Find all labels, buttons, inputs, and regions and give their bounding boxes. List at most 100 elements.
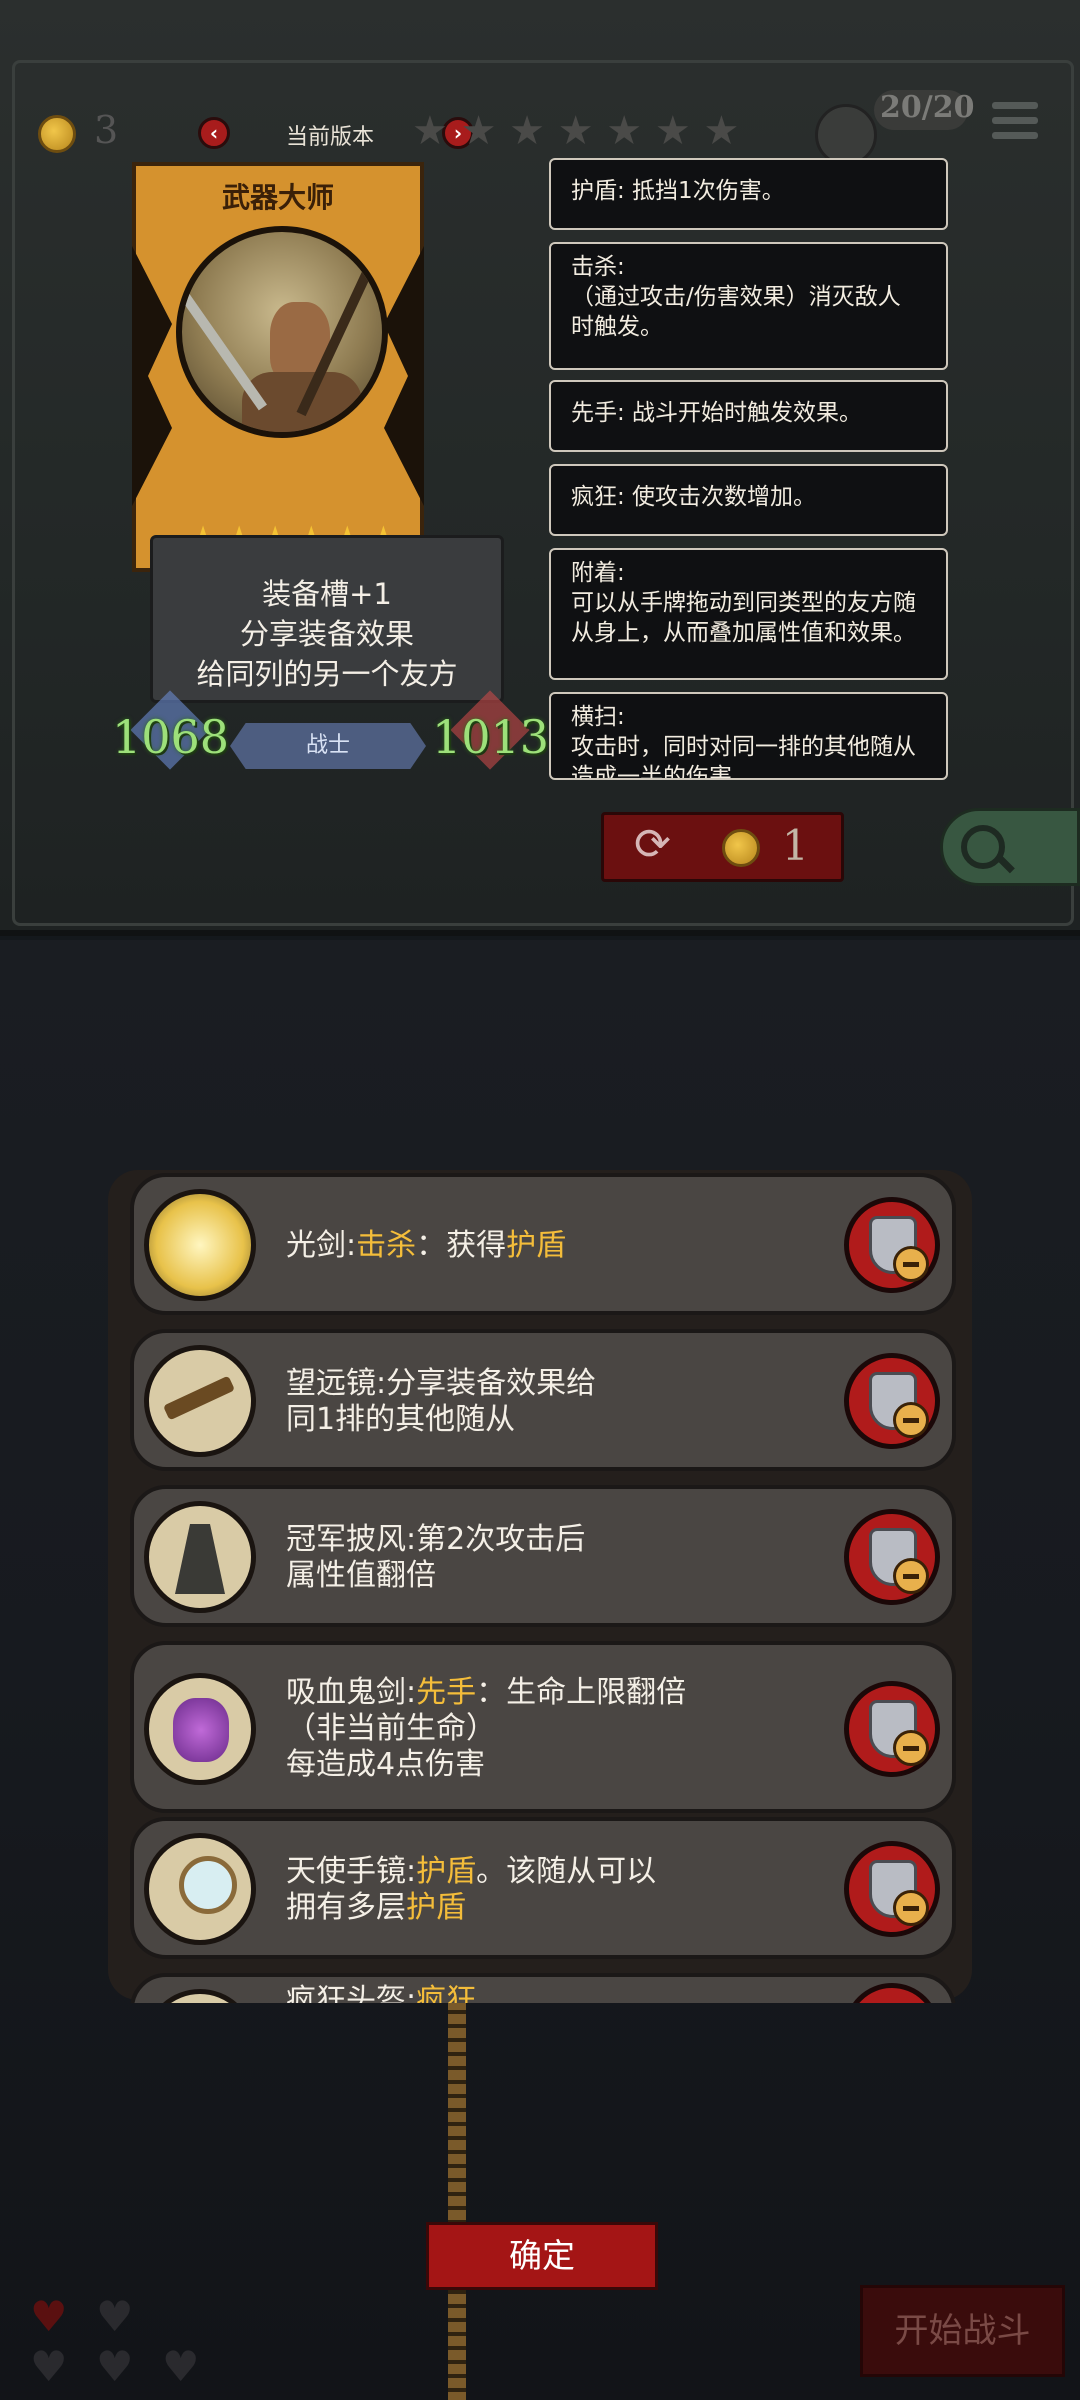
keyword-text: 护盾	[406, 1890, 466, 1925]
confirm-button[interactable]: 确定	[426, 2222, 658, 2290]
heart-icon: ♥	[30, 2292, 68, 2341]
tooltip-line: 可以从手牌拖动到同类型的友方随	[571, 590, 916, 616]
heart-empty-icon: ♥	[96, 2342, 134, 2391]
item-description-line: 光剑:击杀：获得护盾	[286, 1228, 566, 1264]
card-frame-spike	[384, 246, 424, 506]
tooltip-line: 护盾: 抵挡1次伤害。	[571, 178, 785, 204]
tooltip-first-strike: 先手: 战斗开始时触发效果。	[549, 380, 948, 452]
remove-item-button[interactable]	[844, 1681, 940, 1777]
item-description-line: （非当前生命）	[286, 1711, 686, 1747]
equipment-item[interactable]: 疯狂头盔:疯狂	[130, 1973, 956, 2003]
weapon-master-portrait-icon	[176, 226, 388, 438]
equipment-item[interactable]: 冠军披风:第2次攻击后 属性值翻倍	[130, 1485, 956, 1627]
equipment-item[interactable]: 吸血鬼剑:先手：生命上限翻倍 （非当前生命） 每造成4点伤害	[130, 1641, 956, 1813]
item-description-line: 拥有多层护盾	[286, 1890, 656, 1926]
version-stars: ★ ★ ★ ★ ★ ★ ★	[412, 108, 740, 154]
keyword-text: 护盾	[506, 1228, 567, 1263]
angel-mirror-icon	[144, 1833, 256, 1945]
list-clip: 疯狂头盔:疯狂	[130, 1973, 956, 2003]
item-description-line: 吸血鬼剑:先手：生命上限翻倍	[286, 1675, 686, 1711]
telescope-icon	[144, 1345, 256, 1457]
tooltip-attach: 附着: 可以从手牌拖动到同类型的友方随 从身上，从而叠加属性值和效果。	[549, 548, 948, 680]
heart-empty-icon: ♥	[30, 2342, 68, 2391]
tooltip-sweep: 横扫: 攻击时，同时对同一排的其他随从 造成一半的伤害	[549, 692, 948, 780]
card-ability-line: 给同列的另一个友方	[196, 657, 458, 691]
gold-coin-icon	[722, 829, 760, 867]
item-description-line: 天使手镜:护盾。该随从可以	[286, 1854, 656, 1890]
remove-item-button[interactable]	[844, 1841, 940, 1937]
description-text: 冠军披风:第2次攻击后	[286, 1522, 586, 1557]
keyword-text: 先手	[416, 1675, 477, 1710]
equipment-item[interactable]: 光剑:击杀：获得护盾	[130, 1173, 956, 1315]
item-description-line: 冠军披风:第2次攻击后	[286, 1522, 585, 1558]
tooltip-line: 从身上，从而叠加属性值和效果。	[571, 620, 916, 646]
keyword-text: 疯狂	[416, 1983, 477, 2003]
keyword-text: 护盾	[416, 1854, 477, 1889]
item-description: 望远镜:分享装备效果给 同1排的其他随从	[286, 1366, 596, 1438]
item-description-line: 疯狂头盔:疯狂	[286, 1983, 476, 2003]
tooltip-line: 击杀:	[571, 254, 625, 280]
reroll-button[interactable]: ⟳ 1	[601, 812, 844, 882]
prev-version-button[interactable]: ‹	[198, 117, 230, 149]
item-description-line: 同1排的其他随从	[286, 1402, 596, 1438]
description-text: （非当前生命）	[286, 1711, 496, 1746]
berserk-helmet-icon	[144, 1989, 256, 2003]
reroll-cost: 1	[782, 821, 809, 870]
item-description: 冠军披风:第2次攻击后 属性值翻倍	[286, 1522, 585, 1594]
description-text: 吸血鬼剑:	[286, 1675, 417, 1710]
card-ability-box: 装备槽+1 分享装备效果 给同列的另一个友方	[150, 535, 504, 703]
description-text: 拥有多层	[286, 1890, 406, 1925]
tooltip-kill: 击杀: （通过攻击/伤害效果）消灭敌人 时触发。	[549, 242, 948, 370]
tooltip-line: 先手: 战斗开始时触发效果。	[571, 400, 863, 426]
tooltip-shield: 护盾: 抵挡1次伤害。	[549, 158, 948, 230]
card-frame-spike	[132, 246, 172, 506]
description-text: 疯狂头盔:	[286, 1983, 417, 2003]
description-text: 望远镜:分享装备效果给	[286, 1366, 597, 1401]
tooltip-frenzy: 疯狂: 使攻击次数增加。	[549, 464, 948, 536]
attack-value: 1068	[112, 710, 230, 764]
minus-icon	[893, 1246, 929, 1282]
item-description-line: 属性值翻倍	[286, 1558, 585, 1594]
card-ability-line: 分享装备效果	[239, 617, 414, 651]
tooltip-line: 时触发。	[571, 314, 663, 340]
minus-icon	[893, 1730, 929, 1766]
tooltip-line: 横扫:	[571, 704, 625, 730]
item-description: 光剑:击杀：获得护盾	[286, 1228, 566, 1264]
description-text: 属性值翻倍	[286, 1558, 436, 1593]
item-description: 疯狂头盔:疯狂	[286, 1983, 476, 2003]
equipment-item[interactable]: 天使手镜:护盾。该随从可以 拥有多层护盾	[130, 1817, 956, 1959]
coin-count: 3	[94, 108, 119, 152]
description-text: ：获得	[416, 1228, 507, 1263]
remove-item-button[interactable]	[844, 1509, 940, 1605]
heart-empty-icon: ♥	[96, 2292, 134, 2341]
minion-card[interactable]: 武器大师	[132, 162, 424, 572]
start-battle-button[interactable]: 开始战斗	[860, 2285, 1065, 2377]
minus-icon	[893, 1890, 929, 1926]
player-avatar-icon[interactable]	[815, 104, 877, 166]
item-description: 吸血鬼剑:先手：生命上限翻倍 （非当前生命） 每造成4点伤害	[286, 1675, 686, 1783]
hanging-chain	[448, 2000, 466, 2400]
item-description-line: 每造成4点伤害	[286, 1747, 686, 1783]
description-text: ：生命上限翻倍	[476, 1675, 687, 1710]
search-button[interactable]	[940, 808, 1080, 886]
card-ability-line: 装备槽+1	[262, 577, 392, 611]
hamburger-menu-icon[interactable]	[992, 102, 1038, 139]
shop-board: 3 ‹ 当前版本 › ★ ★ ★ ★ ★ ★ ★ 20/20 武器大师 ★★★★…	[0, 0, 1080, 936]
description-text: 天使手镜:	[286, 1854, 417, 1889]
description-text: 同1排的其他随从	[286, 1402, 516, 1437]
remove-item-button[interactable]	[844, 1197, 940, 1293]
capacity-count: 20/20	[880, 90, 975, 125]
card-name: 武器大师	[221, 181, 334, 214]
description-text: 光剑:	[286, 1228, 357, 1263]
tooltip-line: 疯狂: 使攻击次数增加。	[571, 484, 817, 510]
light-sword-icon	[144, 1189, 256, 1301]
equipment-item[interactable]: 望远镜:分享装备效果给 同1排的其他随从	[130, 1329, 956, 1471]
version-label: 当前版本	[286, 125, 375, 150]
remove-item-button[interactable]	[844, 1983, 940, 2003]
health-value: 1013	[432, 710, 550, 764]
description-text: 。该随从可以	[476, 1854, 657, 1889]
champion-cape-icon	[144, 1501, 256, 1613]
item-description-line: 望远镜:分享装备效果给	[286, 1366, 596, 1402]
minus-icon	[893, 1402, 929, 1438]
remove-item-button[interactable]	[844, 1353, 940, 1449]
